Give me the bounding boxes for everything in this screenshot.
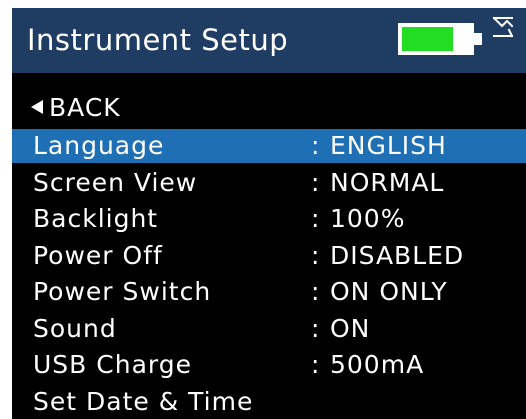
menu-item-power-off[interactable]: Power Off: DISABLED bbox=[12, 239, 526, 273]
menu-item-label: Set Date & Time bbox=[33, 386, 254, 416]
menu-item-label: Backlight bbox=[33, 204, 159, 233]
menu-item-label: Language bbox=[33, 131, 165, 160]
menu-item-label: Screen View bbox=[33, 167, 198, 197]
menu-item-usb-charge[interactable]: USB Charge:500mA bbox=[12, 348, 526, 382]
menu-item-value: ENGLISH bbox=[330, 131, 447, 160]
menu-item-value: 500mA bbox=[330, 350, 425, 379]
menu-item-backlight[interactable]: Backlight:100% bbox=[12, 202, 526, 236]
settings-panel: BACK Language: ENGLISH Screen View: NORMAL B… bbox=[12, 73, 526, 419]
menu-item-label: Power Switch bbox=[33, 277, 212, 306]
triangle-left-icon bbox=[31, 100, 43, 114]
back-label: BACK bbox=[49, 93, 121, 122]
battery-level-fill bbox=[402, 27, 453, 51]
menu-item-separator: : bbox=[311, 277, 321, 306]
page-title: Instrument Setup bbox=[27, 23, 289, 57]
menu-item-value: DISABLED bbox=[330, 240, 465, 270]
menu-item-language[interactable]: Language: ENGLISH bbox=[12, 129, 526, 163]
usb-charge-icon bbox=[492, 16, 514, 38]
back-button[interactable]: BACK bbox=[12, 91, 526, 125]
device-screen: Instrument Setup BACK Language: ENGLISH Sc… bbox=[0, 0, 526, 419]
menu-item-separator: : bbox=[311, 204, 321, 233]
menu-item-value: NORMAL bbox=[330, 167, 445, 197]
header-bar: Instrument Setup bbox=[12, 8, 526, 73]
menu-item-value: ON ONLY bbox=[330, 277, 448, 306]
battery-cap bbox=[474, 33, 482, 45]
menu-item-separator: : bbox=[311, 350, 321, 379]
menu-item-screen-view[interactable]: Screen View: NORMAL bbox=[12, 166, 526, 200]
menu-item-separator: : bbox=[311, 240, 321, 270]
menu-item-label: USB Charge bbox=[33, 350, 192, 379]
menu-item-separator: : bbox=[311, 131, 321, 160]
menu-item-set-date-time[interactable]: Set Date & Time bbox=[12, 385, 526, 419]
menu-item-value: ON bbox=[330, 313, 371, 343]
menu-item-separator: : bbox=[311, 313, 321, 343]
menu-item-label: Power Off bbox=[33, 240, 163, 270]
menu-item-power-switch[interactable]: Power Switch: ON ONLY bbox=[12, 275, 526, 309]
menu-item-value: 100% bbox=[330, 204, 406, 233]
battery-icon bbox=[398, 23, 482, 55]
menu-item-separator: : bbox=[311, 167, 321, 197]
menu-item-label: Sound bbox=[33, 313, 117, 343]
menu-item-sound[interactable]: Sound: ON bbox=[12, 312, 526, 346]
